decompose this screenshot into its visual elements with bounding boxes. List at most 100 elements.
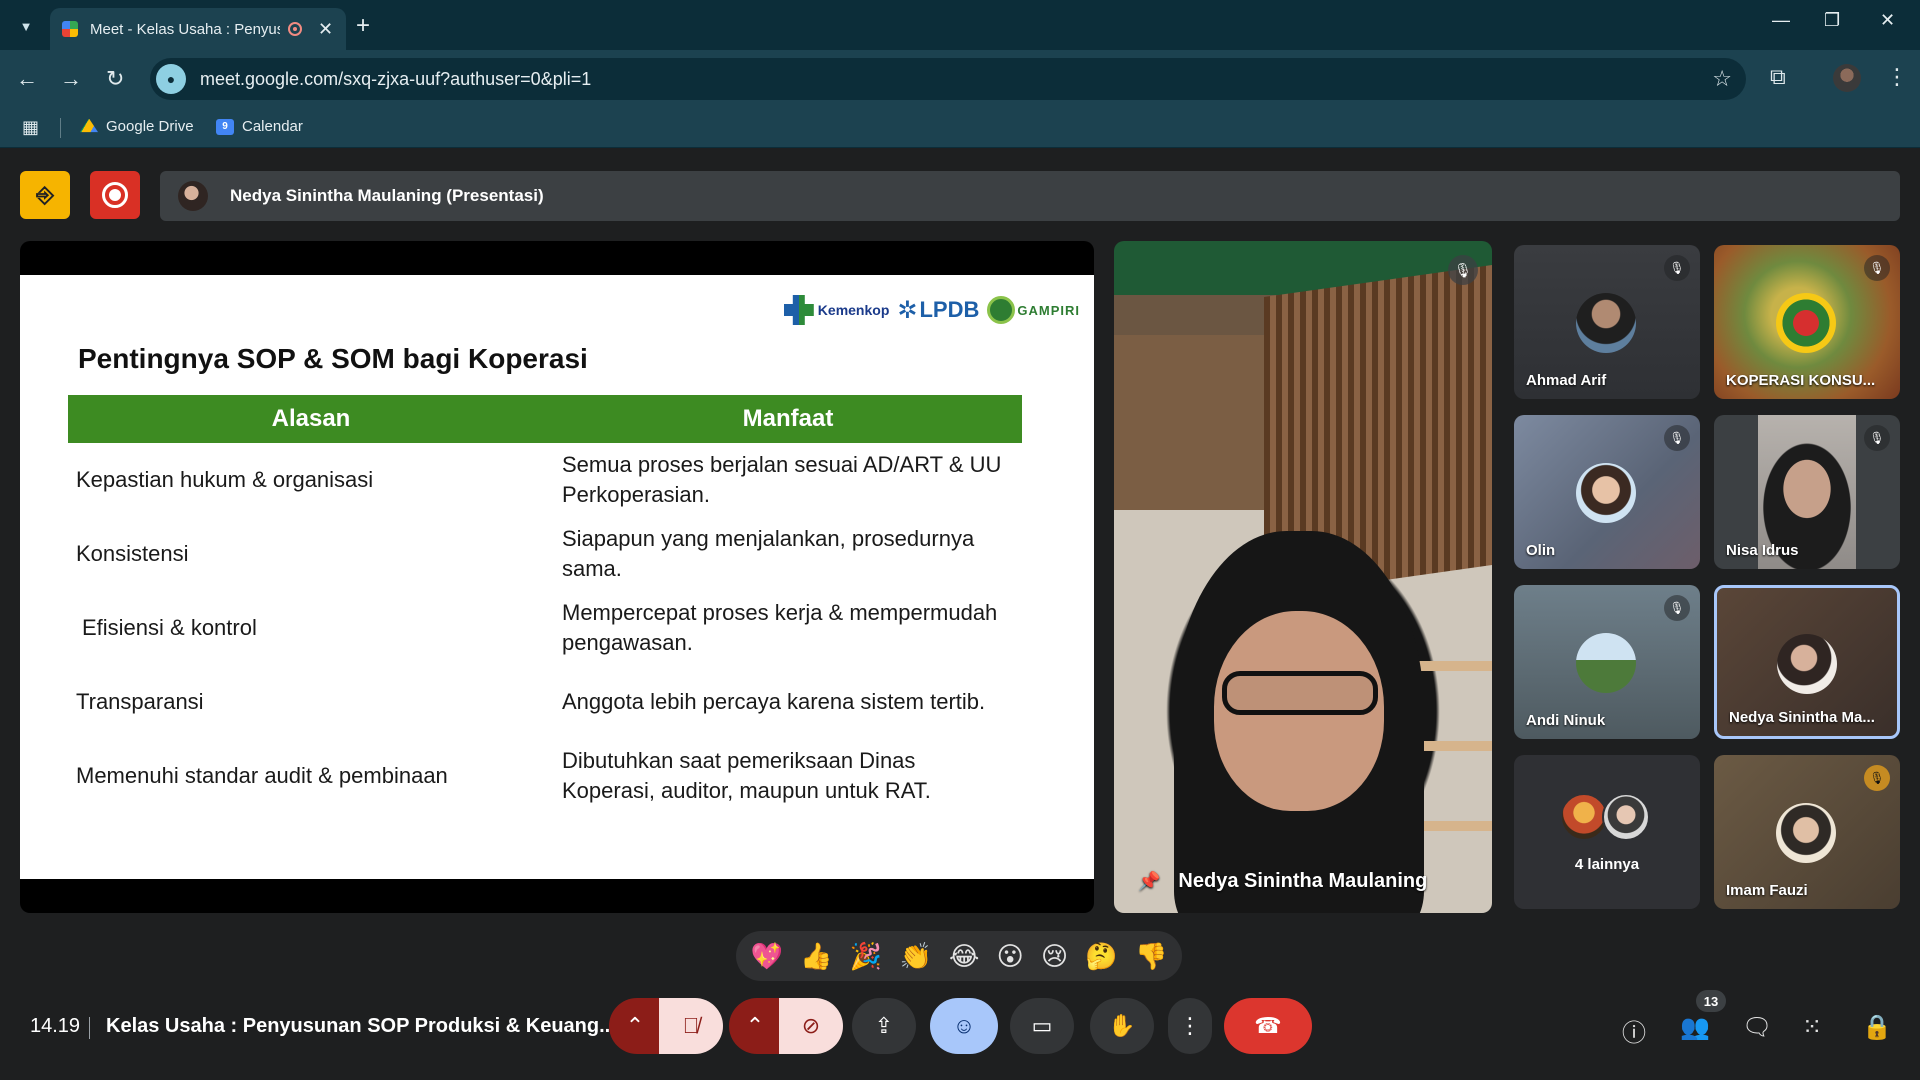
participant-avatar [1576, 463, 1636, 523]
activities-grid-icon[interactable]: ⁙ [1802, 1013, 1822, 1042]
meeting-details-icon[interactable]: ⓘ [1622, 1013, 1646, 1048]
presenter-bar[interactable]: Nedya Sinintha Maulaning (Presentasi) [160, 171, 1900, 221]
browser-tab-meet[interactable]: Meet - Kelas Usaha : Penyusunan SOP ✕ [50, 8, 346, 50]
restore-button[interactable]: ❐ [1824, 10, 1840, 31]
manfaat-cell: Semua proses berjalan sesuai AD/ART & UU… [562, 452, 1002, 507]
participant-avatar [1576, 633, 1636, 693]
participant-count-badge: 13 [1696, 990, 1726, 1012]
reaction-clap[interactable]: 👏 [899, 941, 931, 972]
browser-menu-icon[interactable]: ⋮ [1886, 64, 1908, 90]
present-screen-icon: ⇪ [874, 1013, 894, 1038]
new-tab-button[interactable]: + [356, 12, 370, 40]
more-options-button[interactable]: ⋮ [1168, 998, 1212, 1054]
participant-name: Andi Ninuk [1526, 712, 1606, 729]
participant-tile[interactable]: 🎙 Olin [1514, 415, 1700, 569]
alasan-cell: Memenuhi standar audit & pembinaan [76, 763, 448, 789]
back-button[interactable]: ← [16, 66, 38, 92]
reaction-laugh[interactable]: 😂 [949, 941, 979, 972]
participant-avatar [1560, 793, 1608, 841]
people-icon[interactable]: 👥 [1680, 1013, 1710, 1042]
alasan-cell: Transparansi [76, 689, 204, 715]
google-drive-icon [80, 118, 98, 133]
camera-toggle-button[interactable]: ⊘ [779, 998, 843, 1054]
mic-off-icon: 🎙 [1664, 255, 1690, 281]
hand-icon: ✋ [1108, 1013, 1136, 1038]
video-options-button[interactable]: ⌃ [729, 998, 781, 1054]
mic-off-icon: 🎙 [1864, 425, 1890, 451]
pin-icon[interactable]: 📌 [1138, 871, 1160, 892]
participant-tile[interactable]: 🎙 Andi Ninuk [1514, 585, 1700, 739]
participant-tile[interactable]: 🎙 Nisa Idrus [1714, 415, 1900, 569]
reaction-heart[interactable]: 💖 [751, 941, 783, 972]
minimize-button[interactable]: — [1772, 10, 1790, 31]
host-controls-lock-icon[interactable]: 🔒 [1862, 1013, 1892, 1042]
audio-options-button[interactable]: ⌃ [609, 998, 661, 1054]
participant-name: Ahmad Arif [1526, 372, 1607, 389]
main-speaker-video[interactable]: 🎙 📌 Nedya Sinintha Maulaning [1114, 241, 1492, 913]
slide-title: Pentingnya SOP & SOM bagi Koperasi [78, 343, 588, 374]
participant-tile[interactable]: 🎙 Imam Fauzi [1714, 755, 1900, 909]
reaction-sad[interactable]: 😢 [1041, 941, 1068, 972]
presentation-slide: Kemenkop ✲ LPDB GAMPIRI Pentingnya SOP & … [20, 275, 1094, 879]
reaction-thinking[interactable]: 🤔 [1085, 941, 1117, 972]
emoji-reactions-button[interactable]: ☺ [930, 998, 998, 1054]
browser-toolbar: ← → ↻ ● meet.google.com/sxq-zjxa-uuf?aut… [0, 50, 1920, 108]
table-row: Memenuhi standar audit & pembinaan Dibut… [68, 739, 1022, 813]
participant-name: Nedya Sinintha Ma... [1729, 709, 1875, 726]
bookmark-label: Google Drive [106, 118, 194, 135]
meet-stage: ⎆ Nedya Sinintha Maulaning (Presentasi) … [0, 149, 1920, 1080]
participant-avatar [1776, 293, 1836, 353]
reaction-thumbs-down[interactable]: 👎 [1135, 941, 1167, 972]
participant-tile[interactable]: 🎙 KOPERASI KONSU... [1714, 245, 1900, 399]
chat-icon[interactable]: 🗨 [1742, 1013, 1772, 1042]
bookmarks-bar: ▦ Google Drive 9 Calendar [0, 108, 1920, 148]
kemenkop-logo: Kemenkop [783, 295, 889, 325]
reload-button[interactable]: ↻ [106, 66, 124, 92]
mic-off-icon: 🎙 [1864, 255, 1890, 281]
hang-up-icon: ☎ [1254, 1013, 1282, 1038]
presenter-label: Nedya Sinintha Maulaning (Presentasi) [230, 186, 544, 205]
leave-call-button[interactable]: ☎ [1224, 998, 1312, 1054]
bookmark-label: Calendar [242, 118, 303, 135]
url-text: meet.google.com/sxq-zjxa-uuf?authuser=0&… [200, 68, 592, 89]
record-icon [102, 182, 128, 208]
site-info-mic-icon[interactable]: ● [156, 64, 186, 94]
meeting-tools-door-icon[interactable]: ⎆ [20, 171, 70, 219]
more-participants-label: 4 lainnya [1574, 856, 1640, 873]
lpdb-logo: ✲ LPDB [897, 296, 980, 324]
manfaat-cell: Siapapun yang menjalankan, prosedurnya s… [562, 526, 975, 581]
tab-close-icon[interactable]: ✕ [318, 19, 333, 40]
apps-grid-icon[interactable]: ▦ [22, 117, 39, 138]
camera-off-icon: ⊘ [801, 1013, 821, 1038]
close-window-button[interactable]: ✕ [1880, 10, 1895, 31]
table-row: Kepastian hukum & organisasi Semua prose… [68, 443, 1022, 517]
table-row: Transparansi Anggota lebih percaya karen… [68, 665, 1022, 739]
address-bar[interactable]: ● meet.google.com/sxq-zjxa-uuf?authuser=… [150, 58, 1746, 100]
reaction-surprised[interactable]: 😮 [997, 941, 1024, 972]
bookmark-google-drive[interactable]: Google Drive [80, 118, 194, 135]
present-screen-button[interactable]: ⇪ [852, 998, 916, 1054]
forward-button[interactable]: → [60, 66, 82, 92]
bookmark-calendar[interactable]: 9 Calendar [216, 118, 303, 135]
reaction-party[interactable]: 🎉 [850, 941, 882, 972]
tab-search-chevron-icon[interactable]: ▼ [12, 12, 40, 40]
slide-logos: Kemenkop ✲ LPDB GAMPIRI [783, 295, 1080, 325]
reaction-thumbs-up[interactable]: 👍 [800, 941, 832, 972]
profile-avatar[interactable] [1833, 64, 1861, 92]
manfaat-cell: Dibutuhkan saat pemeriksaan Dinas Kopera… [562, 748, 931, 803]
participant-tile[interactable]: 🎙 Ahmad Arif [1514, 245, 1700, 399]
participant-tile-self[interactable]: Nedya Sinintha Ma... [1714, 585, 1900, 739]
tab-title: Meet - Kelas Usaha : Penyusunan SOP [90, 20, 280, 38]
extensions-icon[interactable]: ⧉ [1770, 64, 1786, 90]
main-speaker-name: 📌 Nedya Sinintha Maulaning [1138, 870, 1428, 892]
raise-hand-button[interactable]: ✋ [1090, 998, 1154, 1054]
more-participants-tile[interactable]: 4 lainnya [1514, 755, 1700, 909]
mic-off-icon: 🎙 [1448, 255, 1478, 285]
recording-button[interactable] [90, 171, 140, 219]
participant-name: Olin [1526, 542, 1556, 559]
captions-button[interactable]: ▭ [1010, 998, 1074, 1054]
table-row: Konsistensi Siapapun yang menjalankan, p… [68, 517, 1022, 591]
participant-name: Imam Fauzi [1726, 882, 1808, 899]
bookmark-star-icon[interactable]: ☆ [1712, 66, 1732, 92]
mic-toggle-button[interactable]: 🎙̸ [659, 998, 723, 1054]
